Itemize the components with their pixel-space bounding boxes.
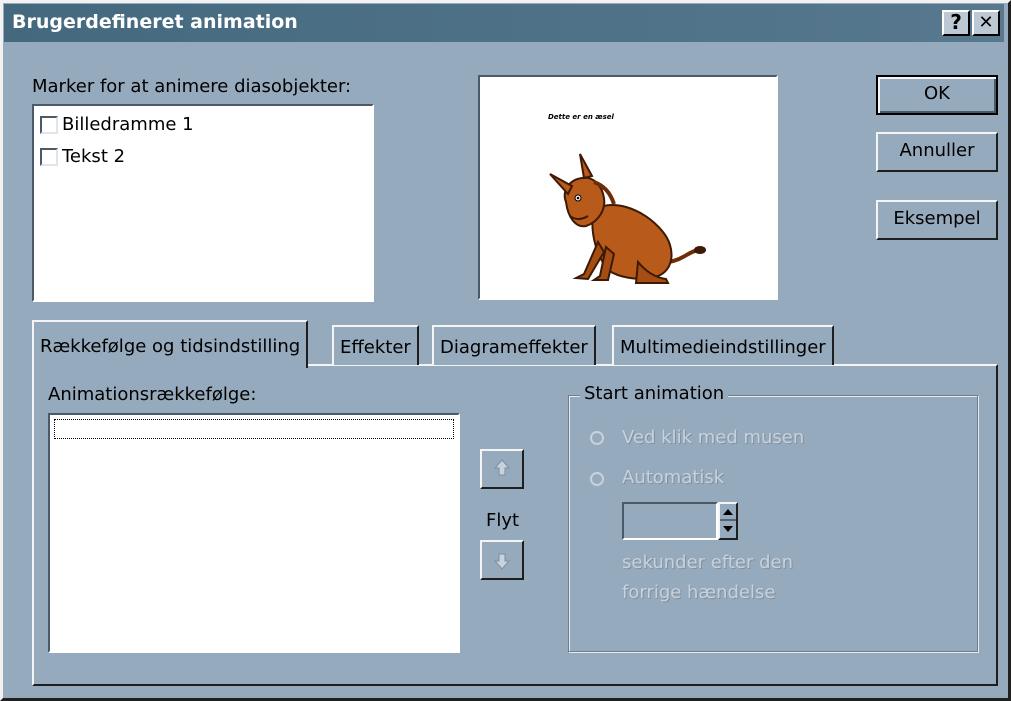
seconds-after-line1: sekunder efter den bbox=[622, 552, 794, 573]
radio-on-click[interactable] bbox=[590, 431, 604, 445]
move-label: Flyt bbox=[486, 510, 520, 531]
preview-slide-text: Dette er en æsel bbox=[548, 113, 614, 121]
help-button[interactable]: ? bbox=[942, 10, 970, 36]
title-bar[interactable]: Brugerdefineret animation ? ✕ bbox=[4, 4, 1004, 42]
on-click-label[interactable]: Ved klik med musen bbox=[622, 427, 804, 448]
checkbox-billedramme[interactable] bbox=[40, 116, 58, 134]
move-up-button[interactable] bbox=[480, 449, 524, 489]
close-button[interactable]: ✕ bbox=[972, 10, 1000, 36]
automatic-label[interactable]: Automatisk bbox=[622, 467, 724, 488]
example-button[interactable]: Eksempel bbox=[876, 200, 998, 240]
cancel-button[interactable]: Annuller bbox=[876, 132, 998, 172]
list-item-label: Billedramme 1 bbox=[62, 114, 194, 135]
seconds-spinner[interactable] bbox=[718, 502, 738, 540]
list-item-label: Tekst 2 bbox=[62, 146, 126, 167]
ok-button[interactable]: OK bbox=[876, 75, 998, 115]
radio-automatic[interactable] bbox=[590, 472, 604, 486]
donkey-image bbox=[549, 153, 706, 284]
tab-chart-effects[interactable]: Diagrameffekter bbox=[432, 325, 596, 365]
objects-list[interactable]: Billedramme 1 Tekst 2 bbox=[32, 104, 374, 302]
objects-label: Marker for at animere diasobjekter: bbox=[32, 76, 352, 97]
animation-order-list[interactable] bbox=[48, 413, 460, 653]
arrow-down-icon bbox=[493, 553, 511, 570]
focus-row bbox=[54, 419, 454, 439]
tab-effects[interactable]: Effekter bbox=[332, 325, 419, 365]
tab-order-timing[interactable]: Rækkefølge og tidsindstilling bbox=[32, 320, 309, 368]
spinner-arrows-icon bbox=[720, 509, 736, 532]
tab-multimedia-settings[interactable]: Multimedieindstillinger bbox=[612, 325, 834, 365]
checkbox-tekst[interactable] bbox=[40, 148, 58, 166]
dialog-title: Brugerdefineret animation bbox=[12, 11, 298, 33]
list-item[interactable]: Billedramme 1 bbox=[38, 112, 358, 136]
slide-preview: Dette er en æsel bbox=[478, 75, 778, 300]
seconds-after-line2: forrige hændelse bbox=[622, 582, 776, 603]
seconds-input[interactable] bbox=[622, 502, 718, 540]
start-animation-label: Start animation bbox=[580, 383, 729, 404]
move-down-button[interactable] bbox=[480, 540, 524, 580]
arrow-up-icon bbox=[493, 459, 511, 476]
animation-order-label: Animationsrækkefølge: bbox=[48, 384, 257, 405]
list-item[interactable]: Tekst 2 bbox=[38, 144, 358, 168]
